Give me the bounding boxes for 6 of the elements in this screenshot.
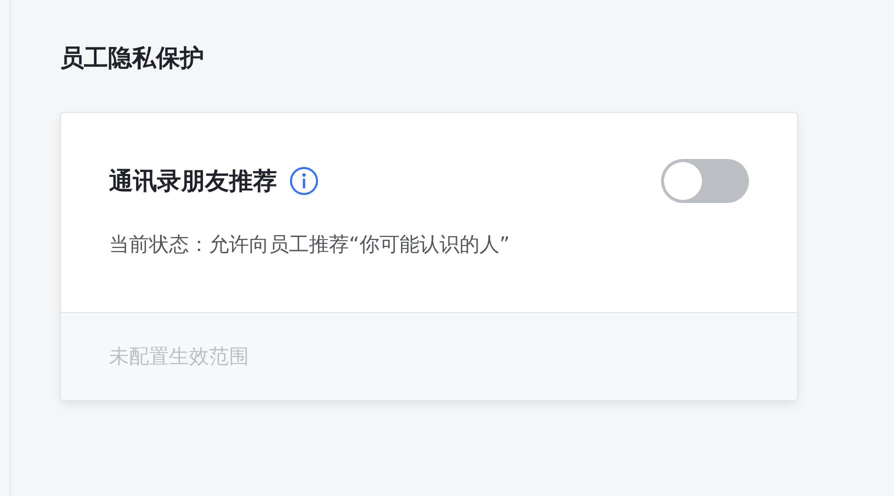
status-text: 当前状态：允许向员工推荐“你可能认识的人” bbox=[109, 231, 511, 258]
section-title: 员工隐私保护 bbox=[60, 43, 205, 74]
toggle-switch[interactable] bbox=[661, 159, 749, 203]
setting-title: 通讯录朋友推荐 bbox=[109, 166, 277, 197]
scope-footer: 未配置生效范围 bbox=[61, 312, 797, 400]
info-icon[interactable] bbox=[289, 166, 319, 196]
